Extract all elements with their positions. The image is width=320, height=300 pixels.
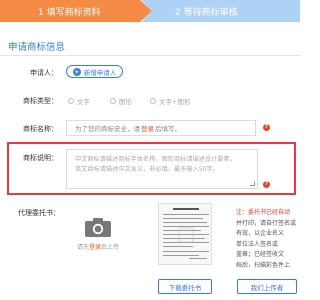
radio-icon (110, 98, 116, 104)
upload-hint-prefix: 请先 (76, 244, 89, 251)
desc-placeholder-line2: 英文商标请描述中文含义，非必填，最多输入50字。 (75, 166, 219, 173)
note-line: 盖章；已经签收文 (236, 251, 285, 258)
trademark-type-label: 商标类型： (23, 97, 58, 105)
trademark-name-label: 商标名称： (23, 125, 58, 133)
upload-hint: 请先登录后上传 (77, 242, 119, 251)
add-applicant-button[interactable]: + 新增申请人 (66, 65, 123, 78)
type-option-text-graphic: 文字+图形 (159, 98, 191, 106)
trademark-desc-textarea[interactable]: 中文商标请描述商标字体名称，图形商标请描述设计要素， 英文商标请描述中文含义，非… (66, 149, 258, 189)
desc-placeholder-line1: 中文商标请描述商标字体名称，图形商标请描述设计要素， (75, 156, 236, 163)
note-line: 单位法人签名或 (236, 240, 279, 248)
step-1-active: 1 填写商标资料 (0, 0, 152, 22)
type-option-text: 文字 (77, 98, 90, 106)
download-attorney-button[interactable]: 下载委托书 (158, 279, 212, 294)
login-link[interactable]: 登录 (141, 123, 154, 133)
help-icon[interactable]: ? (263, 181, 270, 188)
plus-icon: + (72, 67, 81, 76)
upload-login-link[interactable]: 登录 (89, 244, 101, 251)
step-1-label: 1 填写商标资料 (38, 8, 101, 18)
step-2-label: 2 等待商标审核 (175, 8, 238, 18)
step-progress-bar: 1 填写商标资料 2 等待商标审核 (0, 0, 300, 22)
section-title: 申请商标信息 (8, 42, 66, 53)
resize-handle-icon[interactable] (250, 181, 255, 186)
upload-area[interactable]: 请先登录后上传 (66, 205, 130, 275)
note-line: 有效，以企业名义 (236, 230, 285, 237)
add-applicant-label: 新增申请人 (83, 68, 117, 77)
radio-icon (68, 98, 74, 104)
upload-attorney-button[interactable]: 我们上传者 (237, 279, 297, 294)
radio-icon (150, 98, 156, 104)
note-line: 注：委托书已经自动 (236, 209, 291, 216)
attorney-note: 注：委托书已经自动 并打印，请自行签名或 有效，以企业名义 单位法人签名或 盖章… (236, 208, 296, 271)
document-thumbnail-icon (159, 204, 211, 264)
type-radio-text[interactable]: 文字 (68, 96, 90, 106)
type-radio-graphic[interactable]: 图形 (110, 96, 132, 106)
trademark-desc-label: 商标说明： (23, 154, 58, 162)
required-icon: ? (263, 124, 270, 131)
note-line: 档后，扫描彩色件上 (236, 261, 291, 269)
type-radio-text-graphic[interactable]: 文字+图形 (150, 96, 190, 106)
applicant-label: 申请人： (30, 69, 58, 77)
upload-hint-suffix: 后上传 (101, 244, 120, 251)
attorney-label: 代理委托书： (18, 209, 60, 217)
name-placeholder-suffix: 后填写。 (155, 125, 181, 133)
section-divider (0, 55, 300, 56)
step-2-pending: 2 等待商标审核 (141, 0, 300, 22)
type-option-graphic: 图形 (119, 98, 132, 106)
camera-icon (85, 218, 111, 237)
attorney-document-preview (158, 203, 212, 265)
trademark-name-input[interactable]: 为了您的商标安全，请 登录 后填写。 (66, 120, 256, 136)
name-placeholder-prefix: 为了您的商标安全，请 (75, 125, 140, 133)
note-line: 并打印，请自行签名或 (236, 219, 297, 227)
